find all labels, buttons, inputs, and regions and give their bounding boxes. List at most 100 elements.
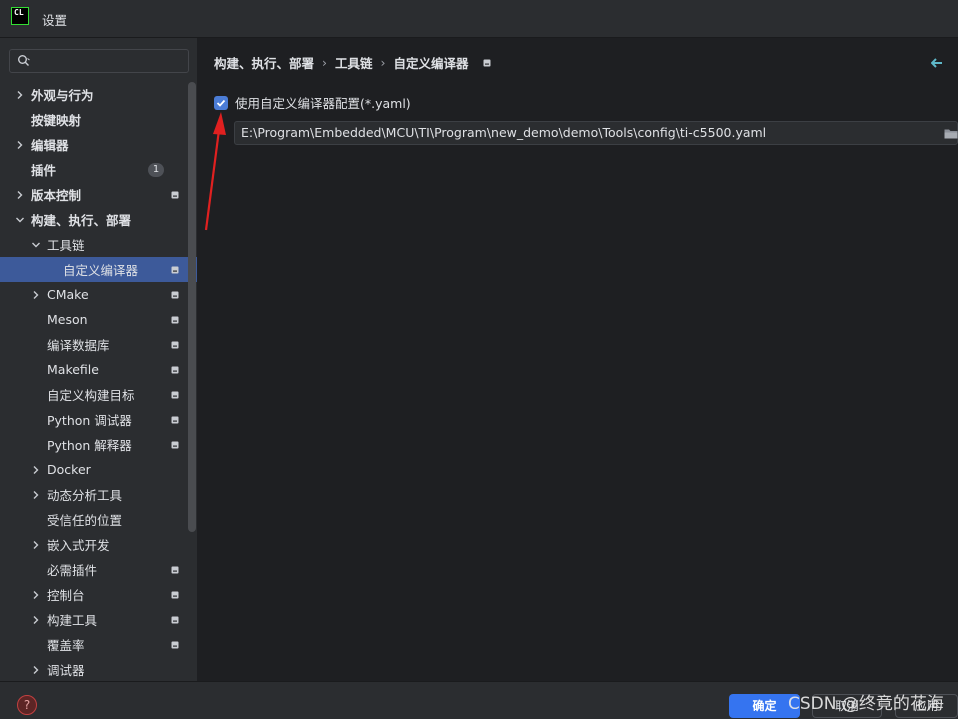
- tree-item[interactable]: 工具链: [0, 232, 197, 257]
- chevron-right-icon[interactable]: [14, 189, 26, 201]
- window-title: 设置: [42, 13, 68, 28]
- settings-content: 构建、执行、部署 › 工具链 › 自定义编译器 使用自定义编译器配置(*.yam…: [198, 38, 958, 681]
- sidebar-scrollbar[interactable]: [188, 82, 196, 532]
- tree-item-label: 覆盖率: [47, 638, 85, 653]
- tree-item-label: 工具链: [47, 238, 85, 253]
- tree-item-label: 外观与行为: [31, 88, 94, 103]
- help-button[interactable]: ?: [17, 695, 37, 715]
- tree-item[interactable]: 嵌入式开发: [0, 532, 197, 557]
- tree-item-label: 构建、执行、部署: [31, 213, 132, 228]
- chevron-right-icon[interactable]: [30, 489, 42, 501]
- chevron-right-icon[interactable]: [30, 589, 42, 601]
- tree-item[interactable]: Docker: [0, 457, 197, 482]
- tree-item-label: Docker: [47, 462, 91, 477]
- tree-item-label: 插件: [31, 163, 57, 178]
- tree-item[interactable]: Python 解释器: [0, 432, 197, 457]
- tree-item-label: 控制台: [47, 588, 85, 603]
- chevron-down-icon[interactable]: [14, 214, 26, 226]
- tree-item[interactable]: 编辑器: [0, 132, 197, 157]
- title-bar: CL 设置: [0, 0, 958, 38]
- tree-item[interactable]: 必需插件: [0, 557, 197, 582]
- tree-item-label: Python 解释器: [47, 438, 132, 453]
- logo-text: CL: [14, 8, 24, 17]
- tree-item[interactable]: 按键映射: [0, 107, 197, 132]
- project-scope-icon: [171, 391, 179, 399]
- project-scope-icon: [171, 641, 179, 649]
- chevron-right-icon[interactable]: [14, 139, 26, 151]
- tree-item-label: 受信任的位置: [47, 513, 123, 528]
- tree-item[interactable]: 插件 1: [0, 157, 197, 182]
- tree-item[interactable]: 自定义编译器: [0, 257, 197, 282]
- tree-item-label: 自定义编译器: [63, 263, 139, 278]
- tree-item-label: Makefile: [47, 362, 99, 377]
- chevron-right-icon[interactable]: [30, 539, 42, 551]
- breadcrumb-item-custom-compiler: 自定义编译器: [393, 56, 469, 71]
- tree-item[interactable]: 版本控制: [0, 182, 197, 207]
- tree-item-label: 编辑器: [31, 138, 69, 153]
- config-path-field[interactable]: E:\Program\Embedded\MCU\TI\Program\new_d…: [234, 121, 958, 145]
- back-arrow-icon[interactable]: [931, 58, 943, 68]
- project-scope-icon: [171, 591, 179, 599]
- chevron-right-icon[interactable]: [30, 464, 42, 476]
- tree-item[interactable]: 受信任的位置: [0, 507, 197, 532]
- tree-item[interactable]: Python 调试器: [0, 407, 197, 432]
- project-scope-icon: [171, 191, 179, 199]
- project-scope-icon: [171, 416, 179, 424]
- tree-item-label: 按键映射: [31, 113, 82, 128]
- use-custom-config-row[interactable]: 使用自定义编译器配置(*.yaml): [214, 93, 411, 112]
- tree-item[interactable]: 覆盖率: [0, 632, 197, 657]
- tree-item-label: 构建工具: [47, 613, 98, 628]
- checkmark-icon: [216, 99, 226, 107]
- project-scope-icon: [171, 266, 179, 274]
- search-input[interactable]: [9, 49, 189, 73]
- tree-item[interactable]: 动态分析工具: [0, 482, 197, 507]
- breadcrumb-item-build[interactable]: 构建、执行、部署: [214, 53, 314, 72]
- chevron-right-icon[interactable]: [30, 289, 42, 301]
- tree-item-label: Meson: [47, 312, 88, 327]
- chevron-right-icon[interactable]: [30, 614, 42, 626]
- project-scope-icon: [171, 341, 179, 349]
- tree-item-label: 调试器: [47, 663, 85, 678]
- tree-item[interactable]: 调试器: [0, 657, 197, 682]
- tree-item-label: 自定义构建目标: [47, 388, 135, 403]
- chevron-right-icon[interactable]: [14, 89, 26, 101]
- tree-item-label: 版本控制: [31, 188, 82, 203]
- breadcrumb-separator-icon: ›: [380, 55, 386, 70]
- tree-item[interactable]: Meson: [0, 307, 197, 332]
- config-path-value: E:\Program\Embedded\MCU\TI\Program\new_d…: [241, 125, 767, 140]
- tree-item-label: 必需插件: [47, 563, 98, 578]
- project-scope-icon: [483, 59, 491, 66]
- project-scope-icon: [171, 566, 179, 574]
- settings-sidebar: 外观与行为按键映射编辑器插件 1 版本控制构建、执行、部署工具链自定义编译器 CMak…: [0, 38, 198, 681]
- breadcrumb-item-toolchains[interactable]: 工具链: [335, 53, 373, 72]
- breadcrumb: 构建、执行、部署 › 工具链 › 自定义编译器: [214, 53, 491, 72]
- tree-item-label: 嵌入式开发: [47, 538, 110, 553]
- project-scope-icon: [171, 366, 179, 374]
- tree-item-label: 编译数据库: [47, 338, 110, 353]
- tree-item-label: 动态分析工具: [47, 488, 123, 503]
- breadcrumb-separator-icon: ›: [322, 55, 328, 70]
- tree-item[interactable]: CMake: [0, 282, 197, 307]
- chevron-right-icon[interactable]: [30, 664, 42, 676]
- use-custom-config-label: 使用自定义编译器配置(*.yaml): [235, 96, 411, 111]
- tree-item[interactable]: 自定义构建目标: [0, 382, 197, 407]
- project-scope-icon: [171, 616, 179, 624]
- tree-item[interactable]: Makefile: [0, 357, 197, 382]
- watermark: CSDN @终竟的花海: [788, 694, 944, 714]
- tree-item-label: Python 调试器: [47, 413, 132, 428]
- tree-item[interactable]: 控制台: [0, 582, 197, 607]
- search-icon: [18, 55, 30, 66]
- use-custom-config-checkbox[interactable]: [214, 95, 228, 110]
- chevron-down-icon[interactable]: [30, 239, 42, 251]
- project-scope-icon: [171, 291, 179, 299]
- tree-item[interactable]: 外观与行为: [0, 82, 197, 107]
- clion-logo-icon: CL: [11, 7, 29, 25]
- project-scope-icon: [171, 316, 179, 324]
- tree-item[interactable]: 编译数据库: [0, 332, 197, 357]
- tree-item[interactable]: 构建、执行、部署: [0, 207, 197, 232]
- tree-item[interactable]: 构建工具: [0, 607, 197, 632]
- plugin-update-badge: 1: [148, 163, 164, 177]
- folder-icon[interactable]: [944, 128, 958, 139]
- project-scope-icon: [171, 441, 179, 449]
- tree-item-label: CMake: [47, 287, 89, 302]
